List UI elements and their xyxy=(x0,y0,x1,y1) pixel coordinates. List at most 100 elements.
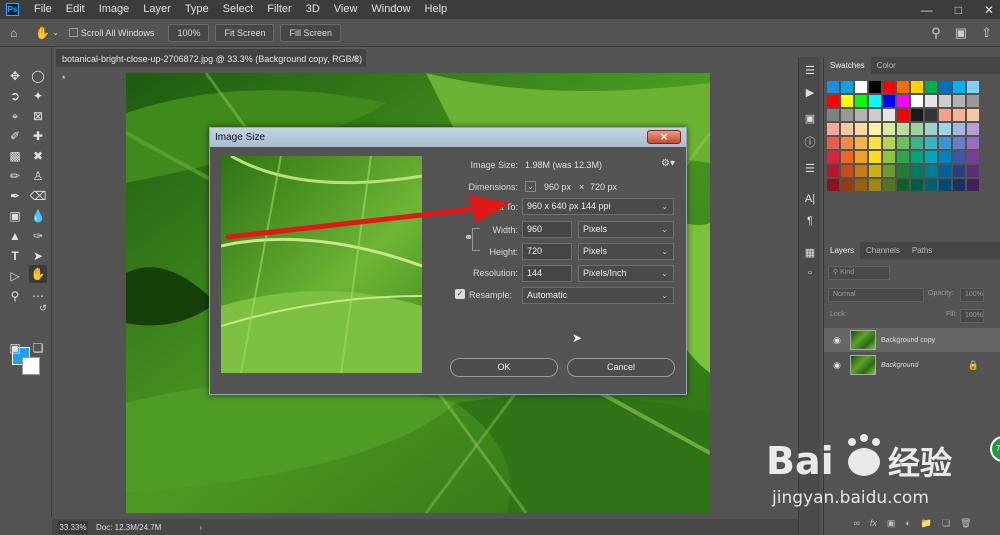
zoom-level-field[interactable]: 33.33% xyxy=(58,520,88,534)
color-swatch[interactable] xyxy=(897,109,909,121)
color-swatch[interactable] xyxy=(855,165,867,177)
color-swatch[interactable] xyxy=(953,151,965,163)
color-swatch[interactable] xyxy=(953,95,965,107)
tab-channels[interactable]: Channels xyxy=(860,242,906,259)
color-swatch[interactable] xyxy=(911,151,923,163)
resample-select[interactable]: Automatic ⌄ xyxy=(522,287,674,304)
dodge-tool-icon[interactable]: ▲ xyxy=(6,227,24,245)
menu-view[interactable]: View xyxy=(327,0,365,19)
color-swatch[interactable] xyxy=(883,123,895,135)
document-tab[interactable]: botanical-bright-close-up-2706872.jpg @ … xyxy=(56,47,366,84)
color-swatch[interactable] xyxy=(967,137,979,149)
color-swatch[interactable] xyxy=(841,109,853,121)
color-swatch[interactable] xyxy=(855,151,867,163)
magic-wand-icon[interactable]: ✦ xyxy=(29,87,47,105)
color-swatch[interactable] xyxy=(841,95,853,107)
mask-icon[interactable]: ▣ xyxy=(887,518,896,529)
adjustment-layer-icon[interactable]: ◐ xyxy=(905,518,910,528)
pen-tool-icon[interactable]: ✑ xyxy=(29,227,47,245)
color-swatch[interactable] xyxy=(939,151,951,163)
color-swatch[interactable] xyxy=(925,123,937,135)
width-input[interactable]: 960 xyxy=(522,221,572,238)
share-icon[interactable]: ⇧ xyxy=(981,25,992,41)
color-swatch[interactable] xyxy=(883,165,895,177)
color-swatch[interactable] xyxy=(841,179,853,191)
color-swatch[interactable] xyxy=(939,179,951,191)
color-swatch[interactable] xyxy=(925,81,937,93)
color-swatch[interactable] xyxy=(869,137,881,149)
chevron-down-icon[interactable]: ⌄ xyxy=(52,28,59,37)
background-color-swatch[interactable] xyxy=(22,357,40,375)
color-swatch[interactable] xyxy=(883,109,895,121)
color-swatch[interactable] xyxy=(869,179,881,191)
color-swatch[interactable] xyxy=(953,137,965,149)
properties-panel-icon[interactable]: ▦ xyxy=(802,245,818,261)
scroll-all-checkbox[interactable] xyxy=(68,28,78,37)
gradient-tool-icon[interactable]: ▣ xyxy=(6,207,24,225)
dialog-title-bar[interactable]: Image Size ✕ xyxy=(210,128,686,147)
color-swatch[interactable] xyxy=(827,151,839,163)
info-icon[interactable]: ⓘ xyxy=(802,135,818,151)
resample-checkbox[interactable]: ✓ xyxy=(455,289,465,299)
color-swatch[interactable] xyxy=(925,95,937,107)
direct-selection-icon[interactable]: ▷ xyxy=(6,267,24,285)
color-swatch[interactable] xyxy=(841,137,853,149)
color-swatch[interactable] xyxy=(827,109,839,121)
color-swatch[interactable] xyxy=(939,95,951,107)
crop-tool-icon[interactable]: ⌖ xyxy=(6,107,24,125)
gear-icon[interactable]: ⚙▾ xyxy=(661,158,675,169)
adjustments-panel-icon[interactable]: ▫ xyxy=(802,265,818,281)
eye-icon[interactable]: ◉ xyxy=(830,335,844,346)
marquee-tool-icon[interactable]: ◯ xyxy=(29,67,47,85)
color-swatch[interactable] xyxy=(841,81,853,93)
color-swatch[interactable] xyxy=(911,123,923,135)
fill-field[interactable]: 100% xyxy=(960,309,984,323)
menu-edit[interactable]: Edit xyxy=(59,0,92,19)
eye-icon[interactable]: ◉ xyxy=(830,360,844,371)
eyedropper-icon[interactable]: ✐ xyxy=(6,127,24,145)
close-dialog-button[interactable]: ✕ xyxy=(647,130,681,144)
menu-type[interactable]: Type xyxy=(178,0,216,19)
swap-colors-icon[interactable]: ↺ xyxy=(34,299,52,317)
zoom-tool-icon[interactable]: ⚲ xyxy=(6,287,24,305)
cancel-button[interactable]: Cancel xyxy=(567,358,675,377)
type-tool-icon[interactable]: T xyxy=(6,247,24,265)
search-icon[interactable]: ⚲ xyxy=(931,25,941,41)
color-swatch[interactable] xyxy=(967,123,979,135)
fx-icon[interactable]: fx xyxy=(870,518,877,528)
color-swatch[interactable] xyxy=(855,109,867,121)
color-swatch[interactable] xyxy=(869,123,881,135)
brush-settings-icon[interactable]: ☰ xyxy=(802,161,818,177)
actions-play-icon[interactable]: ▶ xyxy=(802,85,818,101)
color-swatch[interactable] xyxy=(953,123,965,135)
menu-filter[interactable]: Filter xyxy=(260,0,298,19)
hand-tool-icon[interactable]: ✋ xyxy=(35,26,50,40)
screen-mode-icon[interactable]: ❏ xyxy=(29,339,47,357)
fit-to-select[interactable]: 960 x 640 px 144 ppi ⌄ xyxy=(522,198,674,215)
color-swatch[interactable] xyxy=(897,165,909,177)
color-swatch[interactable] xyxy=(953,81,965,93)
color-swatch[interactable] xyxy=(855,179,867,191)
layer-filter-kind[interactable]: ⚲ Kind xyxy=(828,266,890,280)
color-swatch[interactable] xyxy=(827,165,839,177)
status-arrow-icon[interactable]: › xyxy=(199,523,202,532)
color-swatch[interactable] xyxy=(967,95,979,107)
trash-icon[interactable]: 🗑 xyxy=(960,518,971,529)
color-swatch[interactable] xyxy=(827,81,839,93)
color-swatch[interactable] xyxy=(869,165,881,177)
color-swatch[interactable] xyxy=(827,95,839,107)
menu-3d[interactable]: 3D xyxy=(299,0,327,19)
blend-mode-select[interactable]: Normal xyxy=(828,288,924,302)
color-swatch[interactable] xyxy=(939,109,951,121)
tab-color[interactable]: Color xyxy=(871,57,902,74)
color-swatch[interactable] xyxy=(855,137,867,149)
color-swatch[interactable] xyxy=(883,81,895,93)
color-swatch[interactable] xyxy=(897,151,909,163)
home-icon[interactable]: ⌂ xyxy=(10,26,17,40)
color-swatch[interactable] xyxy=(827,179,839,191)
zoom-100-button[interactable]: 100% xyxy=(168,23,210,42)
color-swatch[interactable] xyxy=(953,165,965,177)
color-swatch[interactable] xyxy=(841,151,853,163)
color-swatch[interactable] xyxy=(939,123,951,135)
width-unit-select[interactable]: Pixels ⌄ xyxy=(578,221,674,238)
